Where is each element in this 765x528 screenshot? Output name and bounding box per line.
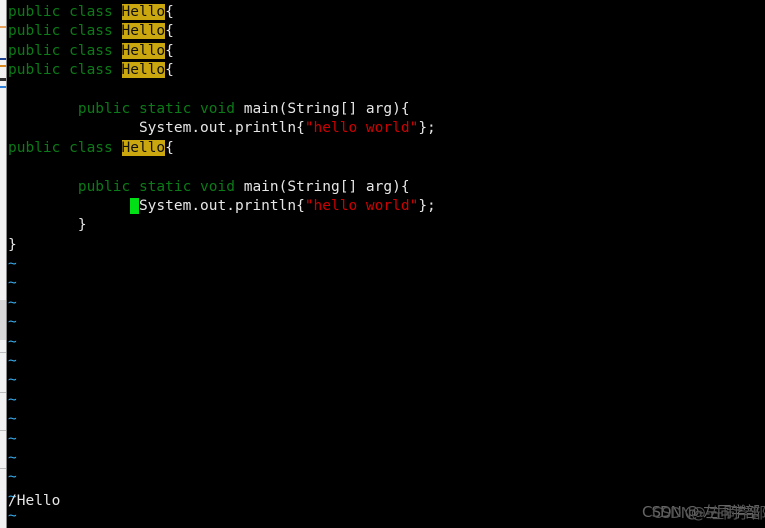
search-match-highlight: Hello [121, 62, 166, 79]
code-string-literal: "hello world" [304, 120, 419, 137]
code-keyword: public class [8, 139, 122, 156]
search-match-highlight: Hello [121, 23, 166, 40]
code-call: System.out.println{ [138, 197, 305, 214]
watermark-text-back: CSDN@-左同学部 [652, 503, 765, 522]
empty-line-marker-row: ~ [8, 352, 765, 371]
sliver-mark [0, 352, 6, 353]
tilde-icon: ~ [8, 430, 17, 447]
sliver-mark [0, 86, 6, 88]
search-match-highlight: Hello [121, 42, 166, 59]
code-punctuation: { [165, 4, 174, 20]
sliver-mark [0, 26, 6, 28]
search-match-highlight: Hello [121, 4, 166, 20]
code-line[interactable]: } [8, 216, 765, 235]
sliver-mark [0, 65, 6, 67]
empty-line-marker-row: ~ [8, 294, 765, 313]
text-cursor-block [130, 197, 139, 214]
tilde-icon: ~ [8, 353, 17, 370]
code-line-blank[interactable] [8, 158, 765, 177]
code-punctuation: { [165, 139, 174, 156]
code-keyword: public class [8, 62, 122, 79]
tilde-icon: ~ [8, 411, 17, 428]
empty-line-marker-row: ~ [8, 255, 765, 274]
code-line-blank[interactable] [8, 81, 765, 100]
tilde-icon: ~ [8, 275, 17, 292]
empty-line-marker-row: ~ [8, 333, 765, 352]
sliver-mark [0, 78, 6, 81]
empty-line-marker-row: ~ [8, 313, 765, 332]
code-string-literal: "hello world" [304, 197, 419, 214]
empty-line-marker-row: ~ [8, 274, 765, 293]
code-signature: main(String[] arg){ [243, 178, 410, 195]
code-closing-brace: } [8, 236, 17, 253]
code-line[interactable]: public static void main(String[] arg){ [8, 178, 765, 197]
code-line[interactable]: public class Hello{ [8, 42, 765, 61]
empty-line-marker-row: ~ [8, 449, 765, 468]
tilde-icon: ~ [8, 372, 17, 389]
sliver-mark [0, 468, 6, 469]
terminal-screenshot: public class Hello{ public class Hello{ … [0, 0, 765, 528]
empty-line-marker-list: ~ ~ ~ ~ ~ ~ ~ ~ ~ ~ ~ ~ ~ ~ [8, 255, 765, 526]
sliver-mark [0, 392, 6, 393]
code-line[interactable]: } [8, 236, 765, 255]
code-call: System.out.println{ [138, 120, 305, 137]
code-punctuation: { [165, 42, 174, 59]
code-line-with-cursor[interactable]: System.out.println{"hello world"}; [8, 197, 765, 216]
vim-editor-buffer[interactable]: public class Hello{ public class Hello{ … [8, 0, 765, 528]
code-line[interactable]: System.out.println{"hello world"}; [8, 119, 765, 138]
vim-search-command: /Hello [8, 493, 61, 509]
code-punctuation: { [165, 62, 174, 79]
tilde-icon: ~ [8, 333, 17, 350]
code-line[interactable]: public static void main(String[] arg){ [8, 100, 765, 119]
code-line[interactable]: public class Hello{ [8, 139, 765, 158]
background-window-sliver[interactable] [0, 0, 7, 528]
tilde-icon: ~ [8, 294, 17, 311]
code-line[interactable]: public class Hello{ [8, 61, 765, 80]
empty-line-marker-row: ~ [8, 468, 765, 487]
code-keyword: public static void [77, 100, 244, 117]
tilde-icon: ~ [8, 449, 17, 466]
sliver-mark [0, 58, 6, 60]
code-closing-brace: } [77, 217, 87, 234]
code-punctuation: { [165, 23, 174, 40]
code-line[interactable]: public class Hello{ [8, 22, 765, 41]
tilde-icon: ~ [8, 314, 17, 331]
sliver-mark [0, 300, 6, 340]
code-signature: main(String[] arg){ [243, 100, 410, 117]
code-line[interactable]: public class Hello{ [8, 3, 765, 22]
tilde-icon: ~ [8, 469, 17, 486]
code-keyword: public class [8, 23, 122, 40]
empty-line-marker-row: ~ [8, 430, 765, 449]
code-punctuation: }; [418, 197, 436, 214]
csdn-watermark: CSDN @-左同学部 CSDN@-左同学部 [642, 503, 765, 522]
code-keyword: public static void [77, 178, 244, 195]
sliver-mark [0, 430, 6, 431]
empty-line-marker-row: ~ [8, 391, 765, 410]
search-match-highlight: Hello [121, 139, 166, 156]
code-punctuation: }; [418, 120, 436, 137]
tilde-icon: ~ [8, 391, 17, 408]
tilde-icon: ~ [8, 256, 17, 273]
code-keyword: public class [8, 42, 122, 59]
empty-line-marker-row: ~ [8, 410, 765, 429]
code-keyword: public class [8, 4, 122, 20]
empty-line-marker-row: ~ [8, 371, 765, 390]
